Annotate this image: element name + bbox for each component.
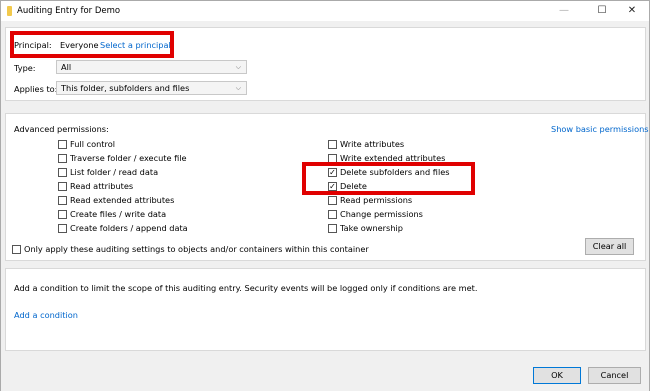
type-dropdown[interactable]: All ⌵ <box>56 60 247 74</box>
minimize-button[interactable]: — <box>545 1 583 21</box>
permission-checkbox[interactable] <box>58 140 67 149</box>
condition-panel: Add a condition to limit the scope of th… <box>5 268 646 351</box>
permission-checkbox[interactable] <box>58 224 67 233</box>
cancel-button[interactable]: Cancel <box>588 367 641 384</box>
permission-label: List folder / read data <box>70 167 159 177</box>
permission-checkbox[interactable] <box>328 210 337 219</box>
permission-label: Write attributes <box>340 139 405 149</box>
permission-label: Create folders / append data <box>70 223 188 233</box>
show-basic-permissions-link[interactable]: Show basic permissions <box>551 124 649 134</box>
condition-description: Add a condition to limit the scope of th… <box>14 283 478 293</box>
close-button[interactable]: ✕ <box>613 1 650 21</box>
advanced-permissions-panel: Advanced permissions: Show basic permiss… <box>5 113 649 261</box>
permission-label: Take ownership <box>340 223 403 233</box>
permission-label: Read attributes <box>70 181 134 191</box>
delete-highlight-box <box>302 162 475 195</box>
permission-checkbox[interactable] <box>58 154 67 163</box>
window-title: Auditing Entry for Demo <box>17 6 121 16</box>
applies-to-label: Applies to: <box>14 84 58 94</box>
chevron-down-icon: ⌵ <box>235 84 241 92</box>
ok-button[interactable]: OK <box>533 367 581 384</box>
applies-to-value: This folder, subfolders and files <box>61 83 190 93</box>
principal-highlight-box <box>10 31 174 58</box>
applies-to-dropdown[interactable]: This folder, subfolders and files ⌵ <box>56 81 247 95</box>
permission-checkbox[interactable] <box>328 196 337 205</box>
chevron-down-icon: ⌵ <box>235 63 241 71</box>
auditing-entry-window: Auditing Entry for Demo — ☐ ✕ Principal:… <box>0 0 650 391</box>
permission-label: Read extended attributes <box>70 195 175 205</box>
add-condition-link[interactable]: Add a condition <box>14 310 78 320</box>
permission-label: Read permissions <box>340 195 413 205</box>
permission-checkbox[interactable] <box>328 140 337 149</box>
permission-label: Change permissions <box>340 209 423 219</box>
type-value: All <box>61 62 72 72</box>
dialog-footer: OK Cancel <box>1 363 649 391</box>
permission-checkbox[interactable] <box>58 168 67 177</box>
folder-icon <box>7 6 12 16</box>
permission-checkbox[interactable] <box>58 182 67 191</box>
only-apply-checkbox[interactable] <box>12 245 21 254</box>
principal-panel: Principal: Everyone Select a principal T… <box>5 27 646 101</box>
permission-checkbox[interactable] <box>58 196 67 205</box>
permission-checkbox[interactable] <box>328 224 337 233</box>
permission-label: Full control <box>70 139 115 149</box>
clear-all-button[interactable]: Clear all <box>585 238 634 255</box>
type-label: Type: <box>14 63 36 73</box>
advanced-permissions-label: Advanced permissions: <box>14 124 109 134</box>
permission-label: Traverse folder / execute file <box>70 153 187 163</box>
permission-checkbox[interactable] <box>58 210 67 219</box>
permission-label: Create files / write data <box>70 209 167 219</box>
only-apply-label: Only apply these auditing settings to ob… <box>24 244 369 254</box>
title-bar: Auditing Entry for Demo — ☐ ✕ <box>1 1 649 21</box>
